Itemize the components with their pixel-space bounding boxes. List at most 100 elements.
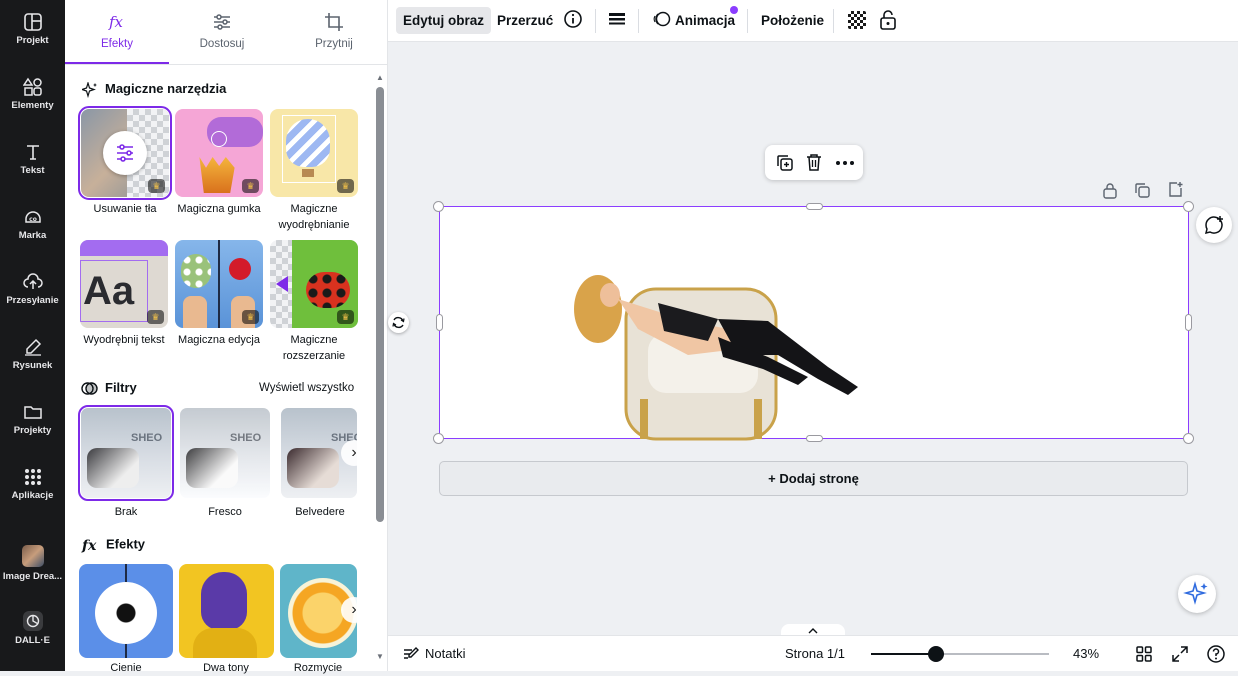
tool-label: Magiczne rozszerzanie: [282, 334, 346, 362]
tool-wyodrebnij-tekst[interactable]: Aa ♛: [80, 240, 168, 328]
resize-handle-top[interactable]: [806, 203, 823, 210]
new-badge-dot: [730, 6, 738, 14]
filter-fresco[interactable]: SHEO: [180, 408, 270, 498]
info-icon[interactable]: [563, 9, 583, 29]
rail-item-dalle[interactable]: DALL·E: [0, 610, 65, 646]
shapes-icon: [22, 77, 42, 96]
transparency-icon[interactable]: [848, 11, 866, 29]
panel-scrollbar[interactable]: [376, 87, 384, 522]
add-comment-button[interactable]: [1196, 207, 1232, 243]
resize-handle-tr[interactable]: [1183, 201, 1194, 212]
zoom-level[interactable]: 43%: [1073, 646, 1099, 661]
resize-handle-right[interactable]: [1185, 314, 1192, 331]
lock-icon[interactable]: [878, 9, 898, 31]
tool-magiczne-wyodrebnianie[interactable]: ♛: [270, 109, 358, 197]
add-page-button[interactable]: + Dodaj stronę: [439, 461, 1188, 496]
flip-button[interactable]: Przerzuć: [490, 7, 560, 34]
folder-icon: [23, 406, 42, 419]
effect-cienie[interactable]: [79, 564, 173, 658]
comment-plus-icon: [1204, 216, 1223, 235]
filter-brak[interactable]: SHEO: [78, 405, 174, 501]
filter-preview-image: [287, 448, 339, 488]
filters-heading: Filtry: [81, 380, 137, 397]
zoom-slider-thumb[interactable]: [928, 646, 945, 662]
tabs-divider: [65, 64, 388, 65]
brand-icon: co: [24, 211, 41, 223]
fullscreen-icon[interactable]: [1171, 645, 1189, 663]
rail-item-elementy[interactable]: Elementy: [0, 77, 65, 111]
sliders-icon: [214, 14, 230, 30]
tool-magiczna-edycja[interactable]: ♛: [175, 240, 263, 328]
rail-item-marka[interactable]: co Marka: [0, 207, 65, 241]
rail-item-projekty[interactable]: Projekty: [0, 402, 65, 436]
add-page-icon[interactable]: [1167, 181, 1184, 198]
grid-view-icon[interactable]: [1135, 645, 1153, 663]
crown-icon: ♛: [242, 310, 259, 324]
filters-next-chevron-icon[interactable]: ›: [341, 440, 367, 466]
sparkles-icon: [80, 80, 97, 98]
resize-handle-bottom[interactable]: [806, 435, 823, 442]
resize-handle-left[interactable]: [436, 314, 443, 331]
trash-icon[interactable]: [805, 153, 823, 172]
crown-icon: ♛: [147, 310, 164, 324]
rotate-handle[interactable]: [388, 312, 409, 333]
resize-handle-br[interactable]: [1183, 433, 1194, 444]
crown-icon: ♛: [337, 179, 354, 193]
rail-item-projekt[interactable]: Projekt: [0, 12, 65, 46]
sparkle-icon: [1183, 581, 1208, 605]
crown-icon: ♛: [148, 179, 165, 193]
tool-magiczna-gumka[interactable]: ♛: [175, 109, 263, 197]
page-lock-icon[interactable]: [1102, 182, 1118, 199]
rail-item-image-dream[interactable]: Image Drea...: [0, 545, 65, 582]
openai-icon: [22, 611, 43, 631]
effects-next-chevron-icon[interactable]: ›: [341, 597, 367, 623]
rail-item-tekst[interactable]: Tekst: [0, 142, 65, 176]
border-style-icon[interactable]: [607, 9, 627, 29]
position-button[interactable]: Położenie: [754, 7, 831, 34]
woman-in-armchair-image[interactable]: [568, 259, 873, 441]
portrait-image: [201, 572, 247, 630]
tool-usuwanie-tla[interactable]: ♛: [78, 106, 172, 200]
bottom-bar: Notatki Strona 1/1 43%: [388, 635, 1238, 671]
rotate-icon: [392, 316, 405, 329]
tool-label: Wyodrębnij tekst: [83, 334, 165, 346]
tool-magiczne-rozszerzanie[interactable]: ♛: [270, 240, 358, 328]
edit-image-button[interactable]: Edytuj obraz: [396, 7, 492, 34]
zoom-slider-fill: [871, 653, 937, 655]
text-icon: [26, 145, 39, 160]
app-thumbnail: [21, 545, 44, 567]
scroll-up-arrow-icon[interactable]: ▲: [376, 73, 384, 82]
rail-item-przesylanie[interactable]: Przesyłanie: [0, 272, 65, 306]
help-icon[interactable]: [1206, 644, 1226, 664]
tab-dostosuj[interactable]: Dostosuj: [170, 0, 274, 64]
apps-grid-icon: [24, 469, 41, 485]
tool-label: Usuwanie tła: [93, 203, 157, 215]
page-duplicate-icon[interactable]: [1134, 182, 1151, 199]
filter-circles-icon: [81, 382, 98, 395]
fx-icon: fx: [108, 13, 124, 31]
balloon-image: [286, 119, 330, 167]
tool-label: Magiczne wyodrębnianie: [278, 203, 350, 231]
soccer-ball-image: [95, 582, 157, 644]
resize-handle-bl[interactable]: [433, 433, 444, 444]
filter-label: Fresco: [208, 506, 242, 518]
duplicate-icon[interactable]: [775, 153, 794, 172]
effect-label: Cienie: [110, 662, 142, 674]
more-options-icon[interactable]: [835, 153, 855, 172]
tab-efekty[interactable]: fx Efekty: [65, 0, 169, 64]
toolbar-divider: [638, 9, 639, 33]
design-page[interactable]: [439, 206, 1189, 441]
scroll-down-arrow-icon[interactable]: ▼: [376, 652, 384, 661]
page-indicator[interactable]: Strona 1/1: [785, 646, 845, 661]
rail-item-rysunek[interactable]: Rysunek: [0, 337, 65, 371]
fx-icon: fx: [81, 538, 97, 554]
tab-przytnij[interactable]: Przytnij: [282, 0, 386, 64]
effect-dwa-tony[interactable]: [179, 564, 274, 658]
see-all-filters-link[interactable]: Wyświetl wszystko: [259, 382, 354, 394]
tool-label: Magiczna edycja: [178, 334, 260, 346]
sliders-badge-icon: [103, 131, 147, 175]
magic-assistant-button[interactable]: [1178, 575, 1216, 613]
resize-handle-tl[interactable]: [433, 201, 444, 212]
notes-button[interactable]: Notatki: [425, 646, 465, 661]
rail-item-aplikacje[interactable]: Aplikacje: [0, 467, 65, 501]
